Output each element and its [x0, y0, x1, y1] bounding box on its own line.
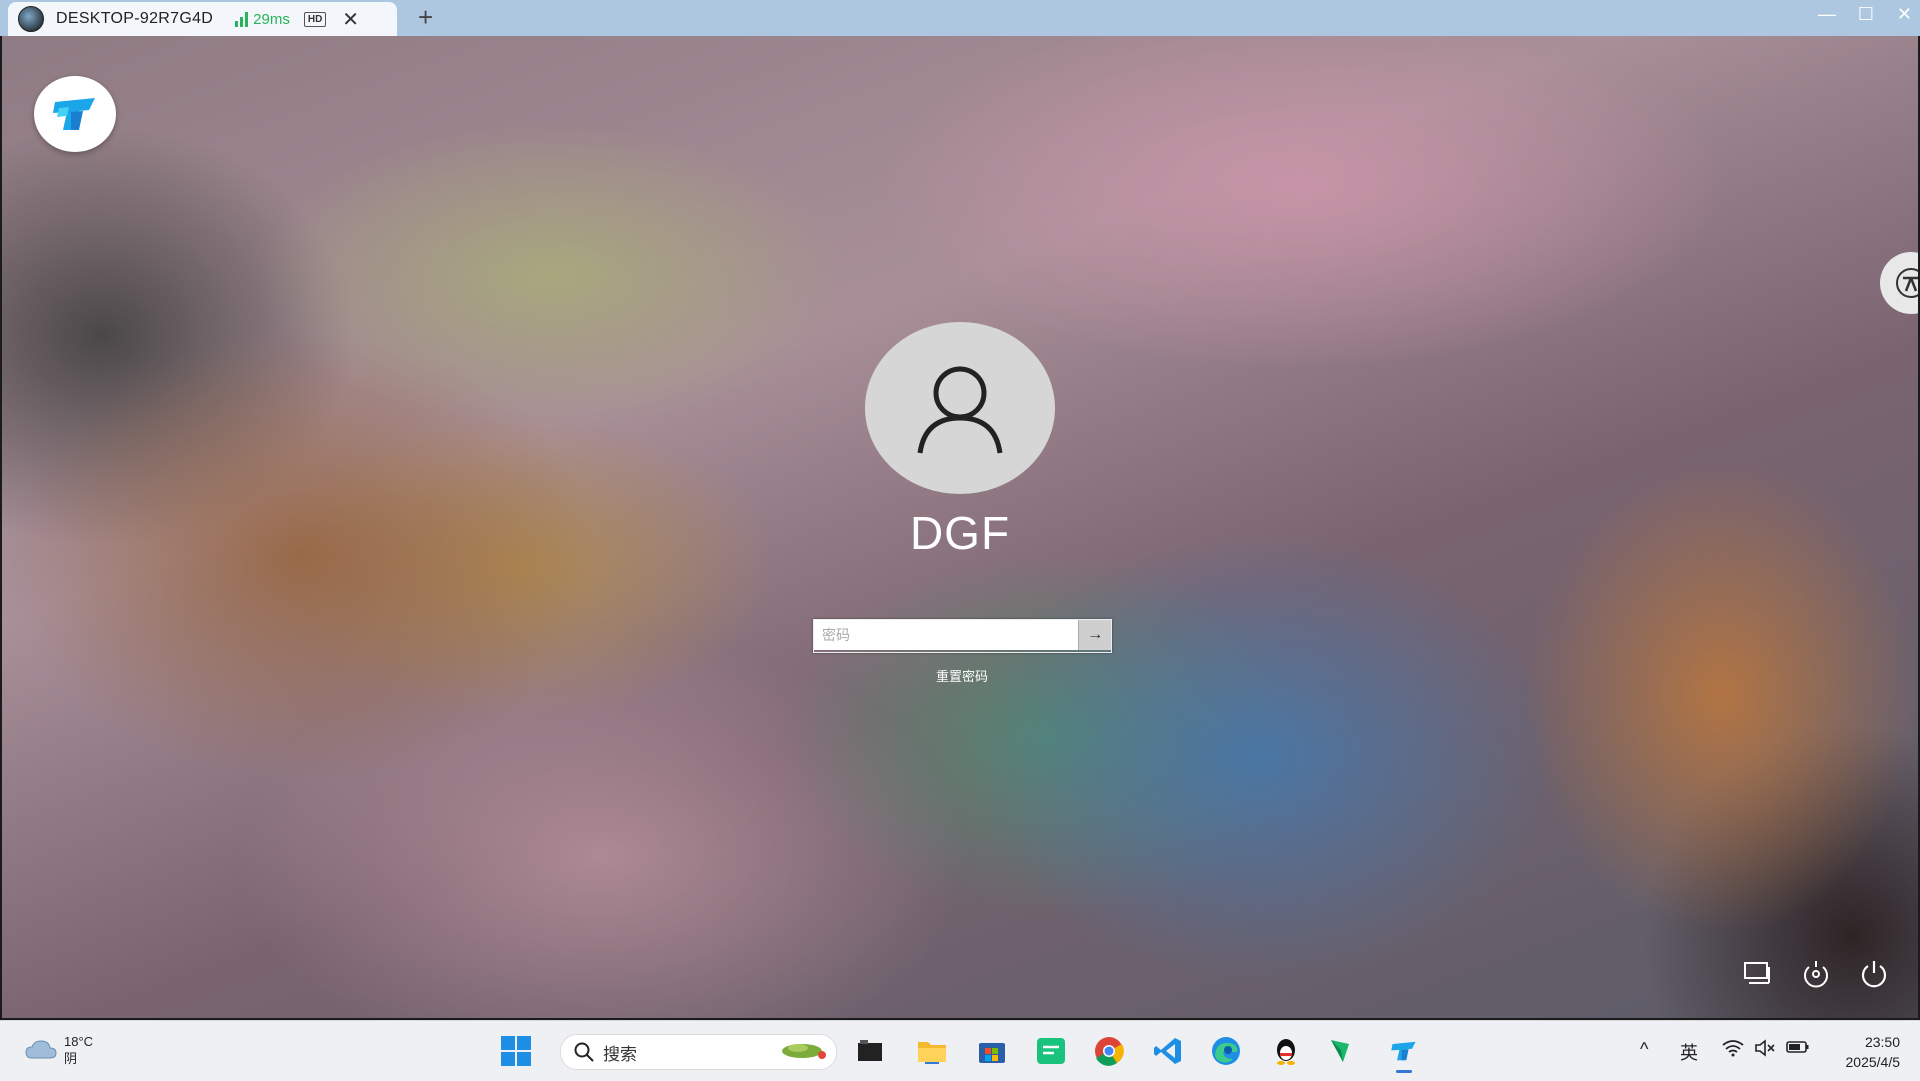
vscode-icon[interactable]	[1152, 1035, 1184, 1067]
task-view-icon[interactable]	[854, 1035, 886, 1067]
password-box: →	[813, 619, 1112, 653]
active-indicator	[1396, 1070, 1412, 1073]
microsoft-store-icon[interactable]	[976, 1035, 1008, 1067]
weather-widget[interactable]: 18°C 阴	[24, 1033, 93, 1067]
password-input[interactable]	[814, 620, 1079, 650]
username-label: DGF	[909, 507, 1011, 559]
signal-icon	[235, 11, 249, 27]
quality-badge[interactable]: HD	[303, 11, 327, 27]
remote-lock-screen: DGF → 重置密码	[2, 36, 1918, 1018]
power-icon[interactable]	[1858, 958, 1890, 990]
weather-temp: 18°C	[64, 1034, 94, 1049]
start-button[interactable]	[500, 1035, 532, 1067]
remote-session-tab[interactable]: DESKTOP-92R7G4D 29ms HD ✕	[8, 2, 397, 36]
input-method-indicator[interactable]: 英	[1680, 1039, 1698, 1065]
lock-screen-controls	[1742, 958, 1890, 990]
taskbar: 18°C 阴 搜索 ^ 英 23:50 2025/4/5	[0, 1020, 1920, 1081]
clock-time: 23:50	[1864, 1034, 1900, 1050]
reset-password-link[interactable]: 重置密码	[862, 666, 1062, 685]
user-avatar	[865, 322, 1055, 494]
cloud-icon	[25, 1040, 57, 1059]
file-explorer-icon[interactable]	[916, 1035, 948, 1067]
chrome-icon[interactable]	[1093, 1035, 1125, 1067]
network-icon[interactable]	[1742, 958, 1774, 990]
system-clock[interactable]: 23:50 2025/4/5	[1846, 1032, 1901, 1072]
wifi-icon[interactable]	[1722, 1039, 1744, 1062]
latency-label: 29ms	[253, 10, 290, 28]
remote-titlebar: DESKTOP-92R7G4D 29ms HD ✕ + — ☐ ✕	[0, 0, 1920, 36]
session-logo-icon	[18, 6, 44, 32]
user-icon	[917, 366, 1003, 454]
edge-icon[interactable]	[1210, 1035, 1242, 1067]
taskbar-search[interactable]: 搜索	[560, 1034, 837, 1070]
search-highlight-icon	[778, 1039, 828, 1066]
toolbox-icon	[1896, 268, 1918, 298]
search-icon	[574, 1042, 594, 1062]
tray-overflow-icon[interactable]: ^	[1640, 1039, 1648, 1060]
windows-icon	[501, 1036, 531, 1066]
volume-muted-icon[interactable]	[1754, 1039, 1776, 1062]
minimize-icon[interactable]: —	[1818, 4, 1836, 25]
green-app-icon[interactable]	[1324, 1035, 1356, 1067]
clock-date: 2025/4/5	[1845, 1054, 1901, 1070]
messaging-app-icon[interactable]	[1035, 1035, 1067, 1067]
submit-arrow-button[interactable]: →	[1078, 620, 1111, 650]
qq-icon[interactable]	[1270, 1035, 1302, 1067]
maximize-icon[interactable]: ☐	[1858, 4, 1874, 25]
close-tab-button[interactable]: ✕	[342, 7, 359, 32]
todesk-taskbar-icon[interactable]	[1388, 1035, 1420, 1073]
session-title: DESKTOP-92R7G4D	[56, 10, 214, 27]
accessibility-icon[interactable]	[1800, 958, 1832, 990]
new-tab-button[interactable]: +	[418, 2, 433, 33]
search-label: 搜索	[603, 1044, 637, 1064]
remote-app-logo-icon[interactable]	[34, 76, 116, 152]
close-window-icon[interactable]: ✕	[1897, 4, 1912, 25]
weather-desc: 阴	[64, 1051, 78, 1066]
floating-toolbar-handle[interactable]	[1880, 252, 1918, 314]
battery-icon[interactable]	[1786, 1039, 1810, 1060]
